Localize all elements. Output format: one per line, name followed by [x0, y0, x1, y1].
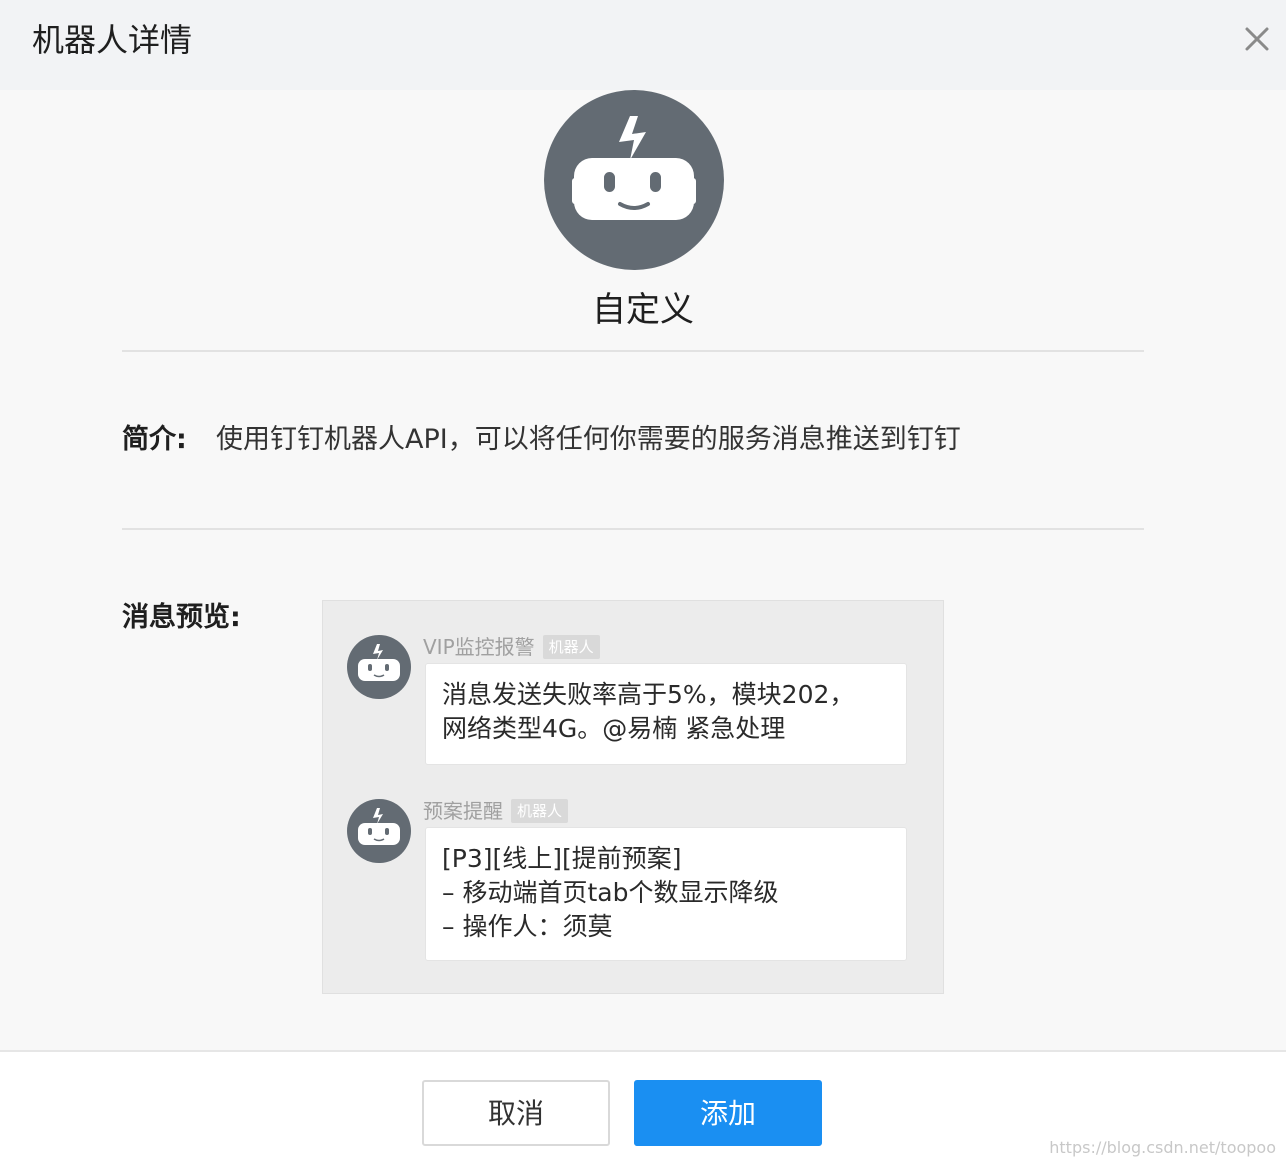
message-sender: 预案提醒 机器人	[423, 797, 569, 825]
robot-icon	[347, 635, 411, 699]
robot-detail-dialog: 机器人详情 自定义 简介: 使用钉钉机器人API，可以将任何你需要的服务消息推送…	[0, 0, 1286, 1164]
message-line: [P3][线上][提前预案]	[442, 844, 682, 873]
intro-text: 使用钉钉机器人API，可以将任何你需要的服务消息推送到钉钉	[216, 424, 961, 455]
message-line: 消息发送失败率高于5%，模块202，	[442, 680, 855, 709]
robot-badge: 机器人	[511, 799, 569, 823]
message-sender: VIP监控报警 机器人	[423, 633, 600, 661]
robot-badge: 机器人	[542, 635, 600, 659]
close-icon	[1245, 27, 1269, 51]
message-line: 网络类型4G。@易楠 紧急处理	[442, 714, 786, 743]
message-line: – 操作人：须莫	[442, 912, 613, 941]
divider	[122, 528, 1144, 530]
watermark: https://blog.csdn.net/toopoo	[1049, 1138, 1276, 1157]
dialog-title: 机器人详情	[32, 21, 193, 59]
dialog-footer: 取消 添加 https://blog.csdn.net/toopoo	[0, 1050, 1286, 1164]
intro-label: 简介:	[122, 424, 187, 455]
add-button[interactable]: 添加	[634, 1080, 822, 1146]
robot-name: 自定义	[592, 290, 694, 330]
robot-icon	[347, 799, 411, 863]
close-button[interactable]	[1238, 20, 1276, 58]
robot-avatar	[544, 90, 724, 270]
message-bubble: [P3][线上][提前预案] – 移动端首页tab个数显示降级 – 操作人：须莫	[425, 827, 907, 961]
dialog-header: 机器人详情	[0, 0, 1286, 90]
message-bubble: 消息发送失败率高于5%，模块202， 网络类型4G。@易楠 紧急处理	[425, 663, 907, 765]
divider	[122, 350, 1144, 352]
message-line: – 移动端首页tab个数显示降级	[442, 878, 779, 907]
sender-name: VIP监控报警	[423, 635, 535, 659]
message-preview: VIP监控报警 机器人 消息发送失败率高于5%，模块202， 网络类型4G。@易楠…	[322, 600, 944, 994]
sender-name: 预案提醒	[423, 799, 503, 823]
preview-label: 消息预览:	[122, 602, 241, 633]
cancel-button[interactable]: 取消	[422, 1080, 610, 1146]
